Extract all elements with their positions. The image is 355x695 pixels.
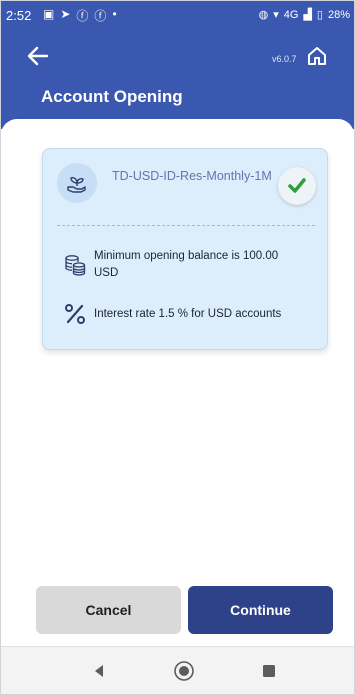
facebook-notification-icon-2: ⓕ	[94, 9, 107, 23]
gallery-notification-icon: ▣	[43, 7, 55, 21]
battery-icon: ▯	[316, 9, 323, 21]
notification-icons: ▣ ➤ ⓕ ⓕ •	[43, 7, 117, 24]
system-nav-bar	[1, 646, 354, 694]
coins-icon	[63, 253, 87, 282]
continue-button[interactable]: Continue	[188, 586, 333, 634]
more-notifications-dot-icon: •	[112, 7, 117, 21]
content-panel: TD-USD-ID-Res-Monthly-1M Minimum opening…	[1, 119, 354, 639]
app-version: v6.0.7	[272, 54, 297, 64]
send-notification-icon: ➤	[60, 7, 71, 21]
nav-recents-icon[interactable]	[257, 659, 281, 683]
app-frame: 2:52 ▣ ➤ ⓕ ⓕ • ◍ ▾ 4G ▟ ▯ 28% v6.0.7 Acc…	[0, 0, 355, 695]
battery-percent: 28%	[327, 8, 350, 21]
status-bar: 2:52 ▣ ➤ ⓕ ⓕ • ◍ ▾ 4G ▟ ▯ 28%	[1, 1, 354, 31]
page-title: Account Opening	[41, 87, 183, 106]
back-arrow-icon[interactable]	[25, 43, 51, 69]
plan-card[interactable]: TD-USD-ID-Res-Monthly-1M Minimum opening…	[42, 148, 328, 350]
percent-icon	[63, 302, 87, 331]
nav-back-icon[interactable]	[87, 659, 111, 683]
status-time: 2:52	[6, 8, 32, 23]
selected-check-icon	[278, 167, 316, 205]
home-icon[interactable]	[306, 45, 328, 67]
vibrate-icon: ◍	[258, 9, 269, 21]
nav-home-icon[interactable]	[172, 659, 196, 683]
plant-hand-icon	[57, 163, 97, 203]
wifi-icon: ▾	[273, 9, 279, 21]
signal-icon: ▟	[303, 9, 312, 21]
action-footer: Cancel Continue	[1, 586, 354, 636]
plan-name: TD-USD-ID-Res-Monthly-1M	[112, 169, 272, 183]
app-header: v6.0.7 Account Opening	[1, 31, 354, 129]
status-right: ◍ ▾ 4G ▟ ▯ 28%	[258, 8, 350, 22]
facebook-notification-icon: ⓕ	[76, 9, 89, 23]
card-divider	[57, 225, 315, 226]
interest-rate-text: Interest rate 1.5 % for USD accounts	[94, 308, 282, 320]
cancel-button[interactable]: Cancel	[36, 586, 181, 634]
min-balance-text: Minimum opening balance is 100.00 USD	[94, 250, 279, 279]
network-type: 4G	[283, 8, 299, 21]
